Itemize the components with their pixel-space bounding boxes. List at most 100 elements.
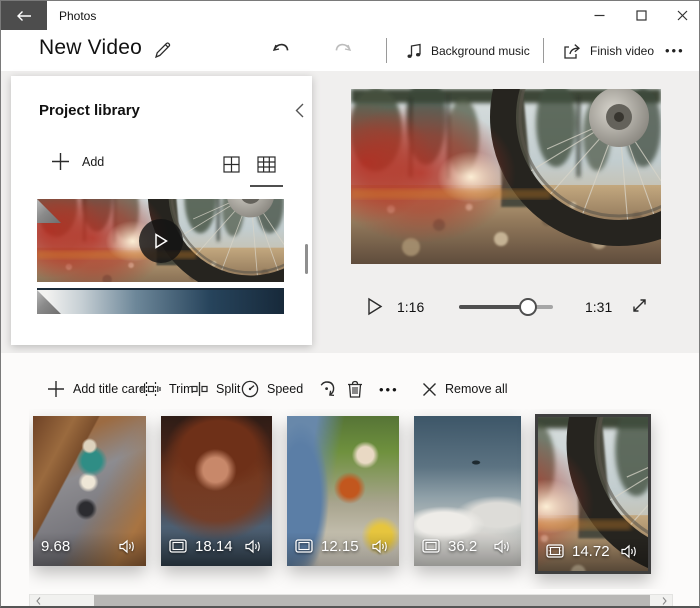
project-library-panel: Project library Add: [11, 76, 312, 345]
speedometer-icon: [241, 380, 259, 398]
minimize-button[interactable]: [582, 1, 616, 30]
storyboard-clip-5-selected[interactable]: 14.72: [535, 414, 651, 574]
header-divider: [543, 38, 544, 63]
music-note-icon: [406, 42, 423, 60]
remove-all-button[interactable]: Remove all: [422, 371, 508, 407]
project-library-title: Project library: [39, 102, 140, 119]
play-button[interactable]: [367, 297, 383, 316]
trash-icon: [347, 380, 363, 398]
more-ellipsis: •••: [379, 382, 399, 397]
chevron-left-icon: [295, 103, 304, 118]
seek-bar-fill: [459, 305, 528, 309]
finish-video-label: Finish video: [590, 44, 654, 58]
add-media-button[interactable]: Add: [51, 152, 104, 171]
rotate-icon: [317, 379, 337, 399]
close-button[interactable]: [665, 1, 699, 30]
storyboard-scrollbar[interactable]: [29, 594, 673, 607]
trim-button[interactable]: Trim: [141, 371, 194, 407]
collapse-library-button[interactable]: [289, 100, 309, 120]
fullscreen-button[interactable]: [631, 297, 648, 314]
photos-app-window: Photos New Video: [0, 0, 700, 608]
storyboard-strip: 9.68 18.14: [29, 409, 673, 589]
maximize-button[interactable]: [624, 1, 658, 30]
x-icon: [422, 382, 437, 397]
library-video-thumbnail-partial[interactable]: [37, 288, 284, 314]
library-video-thumbnail[interactable]: [37, 199, 284, 282]
storyboard-clip-4[interactable]: 36.2: [414, 416, 521, 566]
app-title: Photos: [59, 1, 96, 30]
undo-icon: [271, 42, 291, 60]
title-bar: Photos: [1, 1, 699, 30]
video-preview[interactable]: [351, 89, 661, 264]
clip-3-info: 12.15: [287, 532, 399, 566]
background-music-button[interactable]: Background music: [406, 30, 530, 71]
trim-icon: [141, 381, 161, 397]
library-vertical-scrollbar[interactable]: [305, 244, 308, 274]
speed-button[interactable]: Speed: [241, 371, 303, 407]
plus-icon: [47, 380, 65, 398]
speed-label: Speed: [267, 382, 303, 396]
frame-icon: [169, 539, 187, 553]
chevron-left-icon: [36, 597, 41, 605]
large-grid-view-button[interactable]: [223, 156, 240, 173]
speaker-icon[interactable]: [621, 544, 638, 559]
scroll-right-arrow[interactable]: [656, 595, 672, 606]
toolbar-more-button[interactable]: •••: [379, 371, 399, 407]
storyboard-clip-2[interactable]: 18.14: [161, 416, 272, 566]
redo-icon: [333, 42, 353, 60]
export-icon: [561, 42, 582, 60]
fullscreen-expand-icon: [631, 297, 648, 314]
library-play-button[interactable]: [139, 219, 183, 263]
clip-toolbar: Add title card Trim Split: [1, 371, 699, 407]
grid-3x3-icon: [257, 156, 276, 173]
scrollbar-thumb[interactable]: [94, 595, 650, 606]
filmstrip-icon: [546, 544, 564, 558]
play-outline-icon: [367, 297, 383, 316]
folded-corner-badge: [37, 290, 61, 314]
speaker-icon[interactable]: [372, 539, 389, 554]
play-icon: [154, 233, 168, 249]
add-title-card-button[interactable]: Add title card: [47, 371, 146, 407]
header-divider: [386, 38, 387, 63]
seek-thumb[interactable]: [519, 298, 537, 316]
pencil-icon: [153, 41, 172, 60]
delete-button[interactable]: [347, 371, 363, 407]
storyboard-clip-3[interactable]: 12.15: [287, 416, 399, 566]
back-button[interactable]: [1, 1, 47, 30]
more-ellipsis: •••: [665, 43, 685, 58]
plus-icon: [51, 152, 70, 171]
rename-project-button[interactable]: [153, 30, 172, 71]
scroll-left-arrow[interactable]: [30, 595, 46, 606]
add-media-label: Add: [82, 155, 104, 169]
grid-2x2-icon: [223, 156, 240, 173]
storyboard-clip-1[interactable]: 9.68: [33, 416, 146, 566]
speaker-icon[interactable]: [119, 539, 136, 554]
storyboard-section: Add title card Trim Split: [1, 353, 699, 607]
clip-duration: 12.15: [321, 538, 359, 555]
clip-5-info: 14.72: [538, 537, 648, 571]
playback-controls: 1:16 1:31: [351, 293, 661, 323]
background-music-label: Background music: [431, 44, 530, 58]
remove-all-label: Remove all: [445, 382, 508, 396]
trim-label: Trim: [169, 382, 194, 396]
see-more-button[interactable]: •••: [665, 30, 685, 71]
speaker-icon[interactable]: [494, 539, 511, 554]
seek-bar[interactable]: [459, 305, 553, 309]
rotate-button[interactable]: [317, 371, 337, 407]
split-icon: [191, 382, 208, 396]
minimize-icon: [594, 10, 605, 21]
frame-icon: [422, 539, 440, 553]
editor-main-area: Project library Add: [1, 71, 699, 353]
finish-video-button[interactable]: Finish video: [561, 30, 654, 71]
frame-icon: [295, 539, 313, 553]
maximize-icon: [636, 10, 647, 21]
split-button[interactable]: Split: [191, 371, 240, 407]
speaker-icon[interactable]: [245, 539, 262, 554]
bike-video-frame-art: [351, 89, 661, 264]
redo-button-disabled[interactable]: [333, 30, 353, 71]
chevron-right-icon: [662, 597, 667, 605]
undo-button[interactable]: [271, 30, 291, 71]
close-icon: [677, 10, 688, 21]
clip-duration: 9.68: [41, 538, 70, 555]
small-grid-view-button-active[interactable]: [257, 156, 276, 179]
